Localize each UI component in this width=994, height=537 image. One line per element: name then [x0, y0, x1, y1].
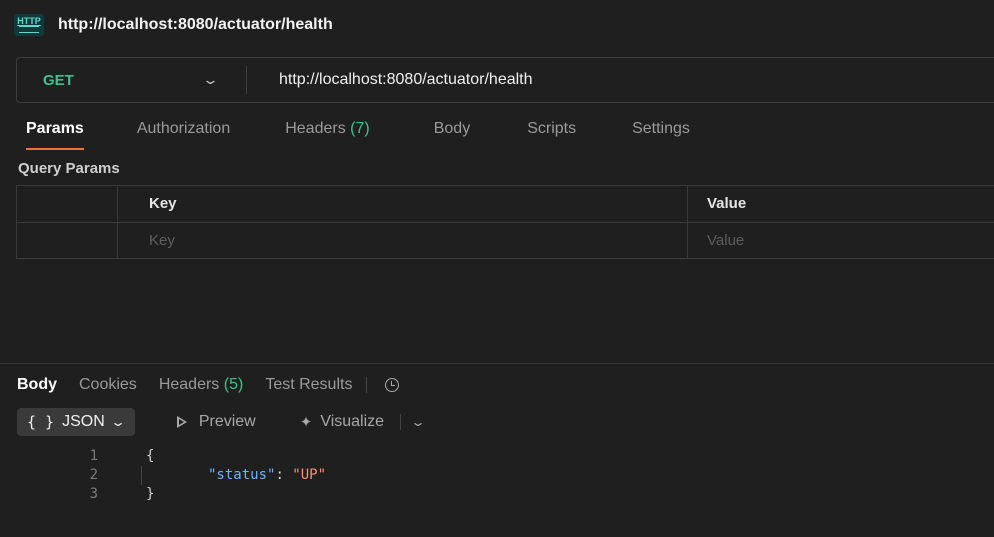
column-divider — [687, 223, 688, 259]
tab-headers-label: Headers — [285, 120, 346, 137]
chevron-down-icon: ⌄ — [201, 72, 220, 87]
response-view-bar: { } JSON ⌄ Preview ✦ Visualize ⌄ — [17, 408, 426, 436]
toolbar-separator — [400, 414, 402, 430]
method-label: GET — [43, 71, 74, 89]
response-headers-count-badge: (5) — [223, 376, 244, 393]
visualize-label: Visualize — [320, 413, 385, 430]
tab-body[interactable]: Body — [434, 120, 470, 148]
tab-authorization[interactable]: Authorization — [137, 120, 230, 148]
code-line: 2 "status": "UP" — [0, 466, 994, 485]
url-input[interactable] — [277, 70, 881, 90]
json-key: "status" — [208, 467, 276, 483]
request-tabs: Params Authorization Headers (7) Body Sc… — [26, 120, 690, 150]
tab-params[interactable]: Params — [26, 120, 84, 150]
indent-guide — [141, 466, 142, 485]
http-request-icon: HTTP — [14, 14, 44, 36]
chevron-down-icon: ⌄ — [109, 415, 126, 429]
url-bar: GET ⌄ — [16, 57, 994, 103]
pane-divider[interactable] — [0, 363, 994, 364]
code-line: 1 { — [0, 447, 994, 466]
code-text: "status": "UP" — [208, 466, 326, 485]
table-header-row: Key Value — [17, 186, 994, 223]
response-tab-test-results[interactable]: Test Results — [265, 376, 352, 394]
response-tab-body[interactable]: Body — [17, 376, 57, 394]
query-params-table: Key Value Key Value — [16, 185, 994, 259]
json-colon: : — [275, 467, 293, 483]
tab-scripts[interactable]: Scripts — [527, 120, 576, 148]
response-tab-headers[interactable]: Headers (5) — [159, 376, 244, 394]
table-row: Key Value — [17, 223, 994, 259]
braces-icon: { } — [27, 413, 55, 431]
format-label: JSON — [62, 413, 105, 430]
response-tab-headers-label: Headers — [158, 376, 220, 393]
code-text: } — [146, 486, 155, 502]
response-body-editor[interactable]: 1 { 2 "status": "UP" 3 } — [0, 447, 994, 504]
sparkle-icon: ✦ — [299, 414, 313, 431]
preview-label: Preview — [198, 413, 256, 430]
line-number: 2 — [89, 467, 98, 483]
headers-count-badge: (7) — [350, 120, 370, 137]
request-title-bar: HTTP http://localhost:8080/actuator/heal… — [0, 0, 994, 50]
value-input[interactable]: Value — [707, 223, 744, 259]
response-tabs: Body Cookies Headers (5) Test Results — [17, 372, 400, 398]
tab-settings[interactable]: Settings — [632, 120, 690, 148]
history-icon[interactable] — [385, 378, 400, 392]
http-arrows-icon — [19, 26, 39, 33]
key-input[interactable]: Key — [149, 223, 175, 259]
json-value: "UP" — [292, 467, 327, 483]
code-text: { — [146, 448, 155, 464]
value-column-header: Value — [707, 195, 747, 212]
response-tab-cookies[interactable]: Cookies — [79, 376, 137, 394]
request-name[interactable]: http://localhost:8080/actuator/health — [58, 16, 333, 34]
query-params-title: Query Params — [18, 160, 120, 177]
play-icon — [176, 416, 187, 428]
line-number: 3 — [89, 486, 98, 502]
chevron-down-icon[interactable]: ⌄ — [410, 415, 426, 429]
preview-button[interactable]: Preview — [176, 413, 256, 431]
column-divider — [687, 186, 688, 222]
code-line: 3 } — [0, 485, 994, 504]
line-number: 1 — [89, 448, 98, 464]
toolbar-separator — [366, 377, 368, 393]
column-divider — [117, 223, 118, 259]
tab-headers[interactable]: Headers (7) — [285, 120, 370, 148]
column-divider — [117, 186, 118, 222]
format-dropdown[interactable]: { } JSON ⌄ — [17, 408, 135, 436]
visualize-button[interactable]: ✦ Visualize — [300, 413, 384, 431]
http-badge-label: HTTP — [17, 16, 41, 26]
method-dropdown[interactable]: GET ⌄ — [17, 66, 247, 94]
key-column-header: Key — [149, 195, 177, 212]
